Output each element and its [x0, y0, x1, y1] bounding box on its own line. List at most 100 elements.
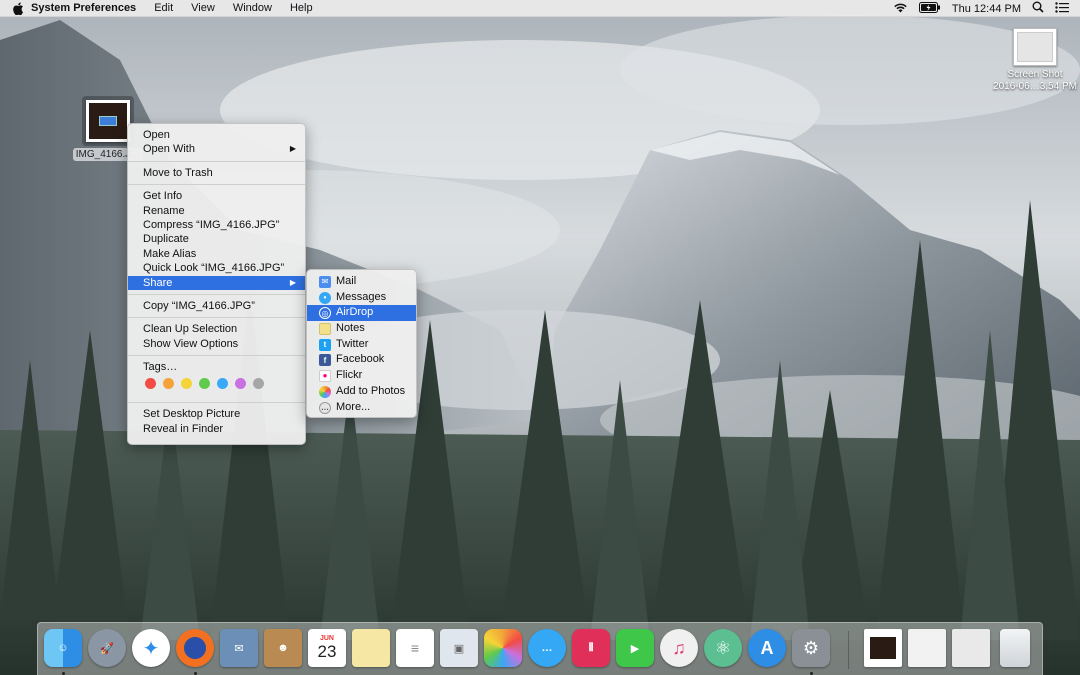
share-item-airdrop[interactable]: ◎ AirDrop: [307, 305, 416, 322]
share-item-add-to-photos[interactable]: Add to Photos: [307, 384, 416, 400]
share-item-mail[interactable]: ✉ Mail: [307, 274, 416, 290]
screenshot-thumbnail: [1013, 28, 1057, 66]
itunes-icon[interactable]: ♫: [660, 629, 698, 667]
wifi-icon[interactable]: [893, 2, 908, 16]
menu-separator: [128, 184, 305, 186]
share-item-more[interactable]: … More...: [307, 400, 416, 416]
share-item-label: Notes: [336, 322, 365, 335]
menu-separator: [128, 293, 305, 295]
battery-icon[interactable]: [918, 1, 941, 16]
screenshot-label-line2: 2016-06…3.54 PM: [993, 81, 1077, 92]
more-icon: …: [319, 401, 331, 414]
share-item-label: Add to Photos: [336, 384, 406, 397]
share-item-facebook[interactable]: f Facebook: [307, 352, 416, 368]
tag-color-6[interactable]: [253, 377, 264, 389]
menu-help[interactable]: Help: [290, 2, 313, 14]
menu-app-name[interactable]: System Preferences: [31, 2, 136, 14]
menu-item-share[interactable]: Share ▶: [128, 275, 305, 290]
share-item-label: More...: [336, 400, 371, 413]
share-item-label: Flickr: [336, 369, 363, 382]
menu-item-compress[interactable]: Compress “IMG_4166.JPG”: [128, 218, 305, 232]
menu-item-clean-up-selection[interactable]: Clean Up Selection: [128, 322, 305, 336]
image-thumbnail: [86, 100, 130, 142]
photos-icon[interactable]: [484, 629, 522, 667]
app-store-icon[interactable]: A: [748, 629, 786, 667]
flickr-icon: ●: [319, 370, 331, 383]
tag-color-row: [128, 374, 305, 392]
share-item-notes[interactable]: Notes: [307, 321, 416, 337]
menu-bar: System Preferences Edit View Window Help…: [0, 0, 1080, 17]
share-item-label: Mail: [336, 275, 357, 287]
contacts-icon[interactable]: ☻: [264, 629, 302, 667]
apple-icon[interactable]: [12, 1, 25, 15]
spotlight-icon[interactable]: [1032, 1, 1044, 16]
klokki-icon[interactable]: ⫴: [572, 629, 610, 667]
trash-icon[interactable]: [1000, 629, 1030, 667]
menu-item-rename[interactable]: Rename: [128, 204, 305, 218]
menu-separator: [128, 355, 305, 357]
submenu-arrow-icon: ▶: [289, 277, 296, 287]
menu-item-reveal-in-finder[interactable]: Reveal in Finder: [128, 422, 305, 436]
system-preferences-icon[interactable]: ⚙: [792, 629, 830, 667]
menu-item-open-with[interactable]: Open With ▶: [128, 142, 305, 156]
menu-view[interactable]: View: [191, 2, 215, 14]
preview-icon[interactable]: ▣: [440, 629, 478, 667]
menu-item-copy[interactable]: Copy “IMG_4166.JPG”: [128, 299, 305, 313]
safari-icon[interactable]: ✦: [132, 629, 170, 667]
menu-item-get-info[interactable]: Get Info: [128, 189, 305, 203]
firefox-icon[interactable]: [176, 629, 214, 667]
mail-icon[interactable]: ✉: [220, 629, 258, 667]
notes-icon: [319, 323, 331, 336]
clock[interactable]: Thu 12:44 PM: [952, 3, 1021, 15]
menu-edit[interactable]: Edit: [154, 2, 173, 14]
menu-item-move-to-trash[interactable]: Move to Trash: [128, 166, 305, 180]
atom-icon[interactable]: ⚛: [704, 629, 742, 667]
dock: ☺ 🚀 ✦ ✉ ☻ JUN 23 ≡ ▣ … ⫴ ▶ ♫ ⚛ A ⚙: [37, 622, 1043, 675]
desktop-icon-screenshot[interactable]: Screen Shot 2016-06…3.54 PM: [990, 28, 1080, 93]
open-with-label: Open With: [143, 143, 195, 156]
facetime-icon[interactable]: ▶: [616, 629, 654, 667]
tag-color-1[interactable]: [163, 377, 174, 389]
menu-item-quick-look[interactable]: Quick Look “IMG_4166.JPG”: [128, 261, 305, 275]
tag-color-3[interactable]: [199, 377, 210, 389]
tag-color-2[interactable]: [181, 377, 192, 389]
submenu-arrow-icon: ▶: [289, 144, 296, 154]
menu-item-tags[interactable]: Tags…: [128, 360, 305, 374]
messages-icon[interactable]: …: [528, 629, 566, 667]
finder-icon[interactable]: ☺: [44, 629, 82, 667]
share-item-flickr[interactable]: ● Flickr: [307, 368, 416, 384]
calendar-icon[interactable]: JUN 23: [308, 629, 346, 667]
menu-item-set-desktop-picture[interactable]: Set Desktop Picture: [128, 407, 305, 421]
menu-window[interactable]: Window: [233, 2, 272, 14]
launchpad-icon[interactable]: 🚀: [88, 629, 126, 667]
menu-item-duplicate[interactable]: Duplicate: [128, 232, 305, 246]
share-label: Share: [143, 276, 173, 289]
photos-icon: [319, 385, 331, 398]
airdrop-icon: ◎: [319, 307, 331, 320]
share-submenu: ✉ Mail • Messages ◎ AirDrop Notes t Twit…: [306, 269, 417, 418]
screenshot-label-line1: Screen Shot: [1007, 69, 1063, 80]
screenshots-stack-icon[interactable]: [952, 629, 990, 667]
share-item-twitter[interactable]: t Twitter: [307, 337, 416, 353]
tag-color-5[interactable]: [235, 377, 246, 389]
menu-item-show-view-options[interactable]: Show View Options: [128, 337, 305, 351]
downloads-stack-icon[interactable]: [864, 629, 902, 667]
messages-icon: •: [319, 291, 331, 304]
share-item-messages[interactable]: • Messages: [307, 290, 416, 306]
calendar-day: 23: [317, 641, 337, 661]
menu-item-make-alias[interactable]: Make Alias: [128, 247, 305, 261]
notes-icon[interactable]: [352, 629, 390, 667]
tag-color-4[interactable]: [217, 377, 228, 389]
facebook-icon: f: [319, 354, 331, 367]
notification-center-icon[interactable]: [1055, 1, 1069, 16]
menu-separator: [128, 402, 305, 404]
context-menu: Open Open With ▶ Move to Trash Get Info …: [127, 123, 306, 445]
tag-color-0[interactable]: [145, 377, 156, 389]
documents-stack-icon[interactable]: [908, 629, 946, 667]
mail-icon: ✉: [319, 276, 331, 288]
share-item-label: Twitter: [336, 337, 369, 350]
menu-separator: [128, 317, 305, 319]
reminders-icon[interactable]: ≡: [396, 629, 434, 667]
menu-item-open[interactable]: Open: [128, 128, 305, 142]
share-item-label: Facebook: [336, 353, 385, 366]
